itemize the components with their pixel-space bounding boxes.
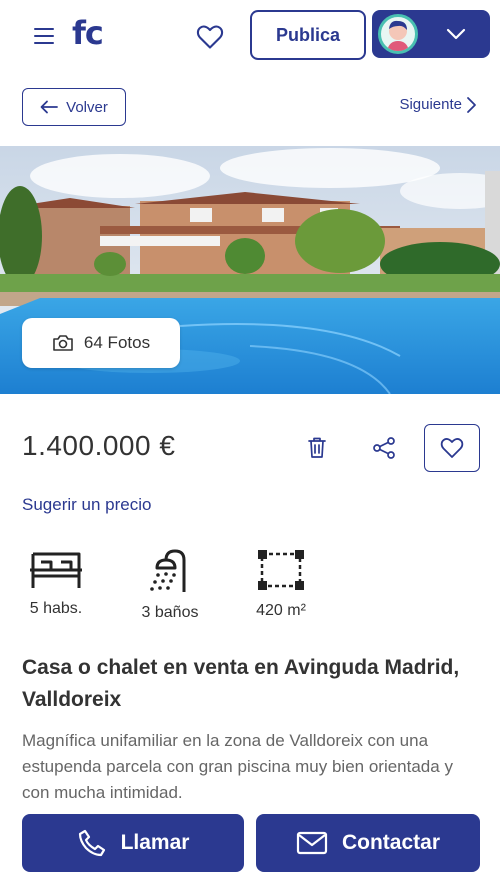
feature-area: 420 m²	[246, 548, 316, 620]
call-button[interactable]: Llamar	[22, 814, 244, 872]
avatar	[378, 14, 418, 54]
photos-count-label: 64 Fotos	[83, 333, 151, 352]
listing-title: Casa o chalet en venta en Avinguda Madri…	[22, 656, 460, 711]
heart-icon	[440, 438, 464, 458]
feature-bathrooms: 3 baños	[130, 548, 210, 622]
back-button[interactable]: Volver	[22, 88, 126, 126]
contact-action-bar: Llamar Contactar	[0, 798, 500, 889]
shower-icon	[150, 549, 186, 592]
top-header: fc Publica	[0, 0, 500, 72]
share-icon[interactable]	[372, 436, 396, 460]
photos-count-button[interactable]: 64 Fotos	[22, 318, 180, 368]
phone-icon	[78, 829, 105, 857]
bedrooms-label: 5 habs.	[29, 600, 83, 617]
brand-logo[interactable]: fc	[72, 14, 104, 52]
listing-navigation: Volver Siguiente	[0, 72, 500, 146]
trash-icon[interactable]	[306, 436, 328, 460]
listing-price: 1.400.000 €	[22, 430, 176, 461]
chevron-down-icon	[446, 28, 466, 40]
camera-icon	[53, 335, 73, 351]
favorites-heart-icon[interactable]	[196, 24, 224, 50]
menu-icon[interactable]	[34, 28, 54, 44]
mail-icon	[296, 831, 328, 855]
next-link[interactable]: Siguiente	[399, 96, 462, 113]
arrow-left-icon	[40, 100, 59, 114]
user-menu-button[interactable]	[372, 10, 490, 58]
contact-button[interactable]: Contactar	[256, 814, 480, 872]
suggest-price-link[interactable]: Sugerir un precio	[22, 495, 151, 515]
bathrooms-label: 3 baños	[141, 604, 199, 621]
call-label: Llamar	[120, 831, 190, 854]
back-label: Volver	[66, 98, 108, 116]
feature-bedrooms: 5 habs.	[22, 548, 90, 618]
area-icon	[258, 550, 304, 590]
listing-description: Magnífica unifamiliar en la zona de Vall…	[22, 731, 453, 798]
chevron-right-icon[interactable]	[464, 96, 478, 114]
contact-label: Contactar	[341, 831, 441, 854]
publish-button[interactable]: Publica	[250, 10, 366, 60]
bed-icon	[30, 552, 82, 588]
favorite-button[interactable]	[424, 424, 480, 472]
area-label: 420 m²	[256, 602, 306, 619]
